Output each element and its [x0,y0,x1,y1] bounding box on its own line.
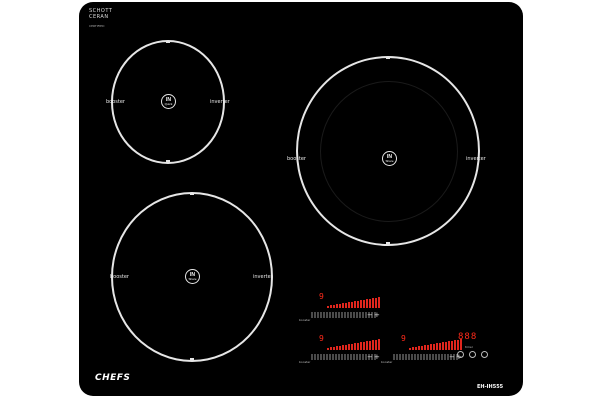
zone-control-1[interactable]: 9 booster − + [299,292,381,324]
induction-icon: IN Share [382,151,397,166]
lock-icon[interactable] [469,351,476,358]
induction-icon: IN Quick [161,94,176,109]
timer-label: timer [465,345,474,349]
zone-top-left-booster-label: booster [106,99,125,105]
zone-bottom-left-inverter-label: inverter [253,274,273,280]
power-slider[interactable] [409,339,462,350]
brand-fine-print: CERTIFIED [89,24,105,28]
zone-right-booster-label: booster [287,156,306,162]
power-slider[interactable] [327,339,380,350]
plus-icon[interactable]: + [374,311,380,319]
zone-right-inverter-label: inverter [466,156,486,162]
power-level-digit: 9 [319,334,324,343]
schott-ceran-brand: SCHOTT CERAN CERTIFIED [89,8,112,29]
zone-control-2[interactable]: 9 booster − + [299,334,381,366]
plus-icon[interactable]: + [374,353,380,361]
minus-icon[interactable]: − [367,353,373,361]
control-3-sub-label: booster [381,360,393,364]
zone-top-left-inverter-label: inverter [210,99,230,105]
control-1-sub-label: booster [299,318,311,322]
chefs-logo: CHEFS [95,373,131,383]
induction-icon: IN Share [185,269,200,284]
zone-bottom-left-booster-label: booster [110,274,129,280]
minus-icon[interactable]: − [367,311,373,319]
minus-icon[interactable]: − [449,353,455,361]
model-number: EH-IH555 [477,384,504,390]
timer-display: 888 [458,332,478,342]
cooktop-panel: SCHOTT CERAN CERTIFIED booster inverter … [79,2,523,396]
power-level-digit: 9 [319,292,324,301]
control-2-sub-label: booster [299,360,311,364]
brand-line-2: CERAN [89,14,109,20]
power-slider[interactable] [327,297,380,308]
power-icon[interactable] [457,351,464,358]
power-level-digit: 9 [401,334,406,343]
timer-minus-icon[interactable] [481,351,488,358]
zone-control-3[interactable]: 9 booster − + [381,334,463,366]
